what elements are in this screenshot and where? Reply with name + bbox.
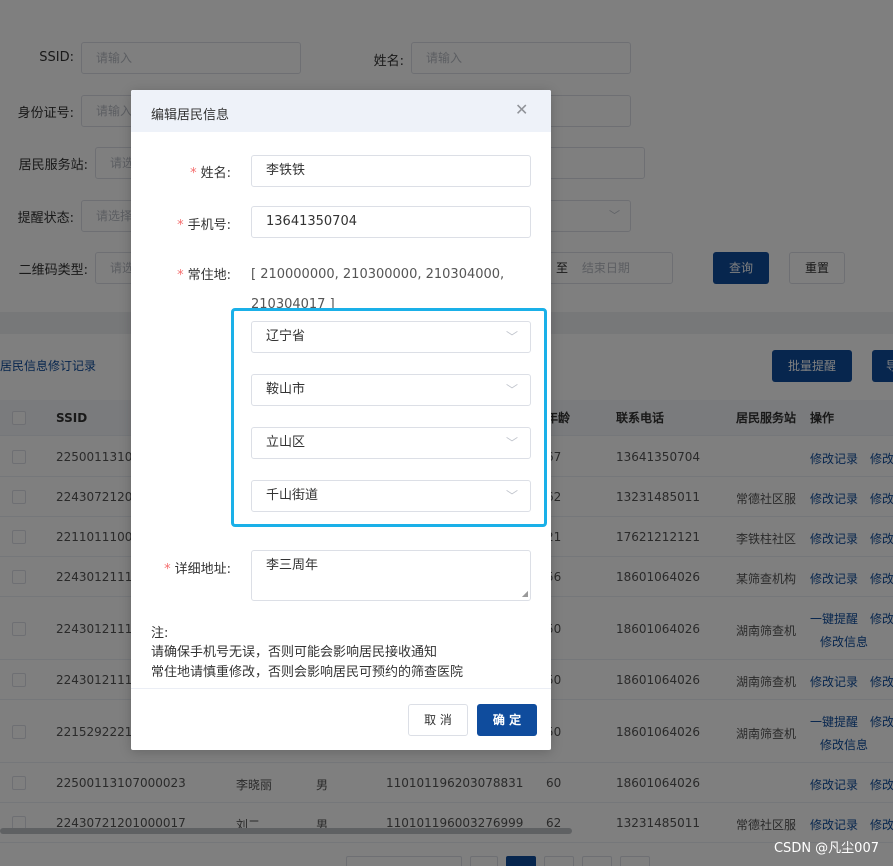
street-value: 千山街道 [266,488,319,503]
required-star: * [177,218,184,233]
dialog-footer-divider [131,688,551,689]
note-line-1: 请确保手机号无误，否则可能会影响居民接收通知 [151,645,438,660]
name-input[interactable]: 李铁铁 [251,155,531,187]
watermark: CSDN @凡尘007 [773,841,879,856]
dialog-header: 编辑居民信息 ✕ [131,90,551,132]
district-value: 立山区 [266,435,306,450]
residence-label-text: 常住地: [187,268,231,283]
dialog-title: 编辑居民信息 [151,108,230,123]
cancel-button[interactable]: 取 消 [408,704,468,736]
required-star: * [190,166,197,181]
province-value: 辽宁省 [266,329,306,344]
province-select[interactable]: 辽宁省 ﹀ [251,321,531,353]
city-value: 鞍山市 [266,382,306,397]
chevron-down-icon: ﹀ [505,489,518,503]
phone-input[interactable]: 13641350704 [251,206,531,238]
note-title: 注: [151,626,169,641]
required-star: * [164,562,171,577]
phone-label: * 手机号: [151,214,231,233]
required-star: * [177,268,184,283]
name-label: * 姓名: [151,162,231,181]
city-select[interactable]: 鞍山市 ﹀ [251,374,531,406]
address-label: * 详细地址: [151,558,231,577]
close-icon[interactable]: ✕ [515,100,528,119]
residence-label: * 常住地: [151,264,231,283]
edit-resident-dialog: 编辑居民信息 ✕ * 姓名: 李铁铁 * 手机号: 13641350704 * 常住地… [131,90,551,750]
address-textarea[interactable]: 李三周年 ◢ [251,550,531,601]
resize-handle-icon[interactable]: ◢ [522,590,528,598]
street-select[interactable]: 千山街道 ﹀ [251,480,531,512]
chevron-down-icon: ﹀ [505,330,518,344]
name-label-text: 姓名: [200,166,231,181]
chevron-down-icon: ﹀ [505,436,518,450]
note-line-2: 常住地请慎重修改，否则会影响居民可预约的筛查医院 [151,665,464,680]
confirm-button[interactable]: 确 定 [477,704,537,736]
phone-label-text: 手机号: [187,218,231,233]
address-value: 李三周年 [266,558,319,573]
chevron-down-icon: ﹀ [505,383,518,397]
district-select[interactable]: 立山区 ﹀ [251,427,531,459]
address-label-text: 详细地址: [174,562,231,577]
